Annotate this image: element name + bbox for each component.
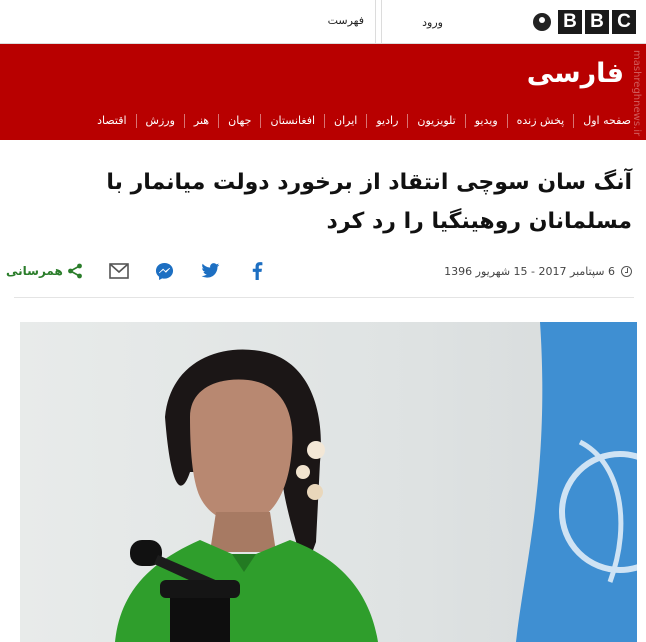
nav-item-video[interactable]: ویدیو [464,114,507,128]
separator [14,297,634,298]
share-button[interactable]: همرسانی [6,263,83,279]
divider [375,0,376,44]
facebook-icon [252,262,263,280]
aung-san-suu-kyi-photo [20,322,637,642]
user-icon [533,13,551,31]
nav-item-tv[interactable]: تلویزیون [407,114,464,128]
menu-link[interactable]: فهرست [328,14,364,27]
signin-label: ورود [422,15,443,29]
date-text: 6 سپتامبر 2017 - 15 شهریور 1396 [444,265,615,278]
messenger-icon [156,262,174,280]
article-date: 6 سپتامبر 2017 - 15 شهریور 1396 [444,265,632,278]
email-share-button[interactable] [108,261,129,281]
nav-item-economy[interactable]: اقتصاد [88,114,135,128]
bbc-logo[interactable]: B B C [558,10,636,34]
facebook-share-button[interactable] [247,261,267,281]
signin-link[interactable]: ورود [422,8,551,36]
share-label: همرسانی [6,264,63,278]
article-photo [20,322,637,642]
twitter-share-button[interactable] [201,261,221,281]
messenger-share-button[interactable] [155,261,175,281]
nav-item-iran[interactable]: ایران [324,114,366,128]
nav-item-art[interactable]: هنر [183,114,218,128]
share-bar: همرسانی [6,260,267,282]
email-icon [108,263,129,279]
divider [381,0,382,44]
logo-letter: B [558,10,582,34]
share-icon [67,263,82,279]
top-bar: B B C ورود فهرست [0,0,646,44]
nav-item-live[interactable]: پخش زنده [506,114,574,128]
twitter-icon [201,263,220,278]
nav-item-world[interactable]: جهان [218,114,260,128]
nav-item-radio[interactable]: رادیو [366,114,407,128]
logo-letter: C [612,10,636,34]
logo-letter: B [585,10,609,34]
article-headline: آنگ سان سوچی انتقاد از برخورد دولت میانم… [106,170,632,234]
nav-item-home[interactable]: صفحه اول [573,114,640,128]
site-brand[interactable]: فارسی [527,58,624,89]
brand-banner: فارسی mashreghnews.ir صفحه اول پخش زنده … [0,44,646,140]
main-nav: صفحه اول پخش زنده ویدیو تلویزیون رادیو ا… [88,110,640,132]
nav-item-sport[interactable]: ورزش [135,114,184,128]
nav-item-afghanistan[interactable]: افغانستان [260,114,324,128]
clock-icon [621,266,632,277]
